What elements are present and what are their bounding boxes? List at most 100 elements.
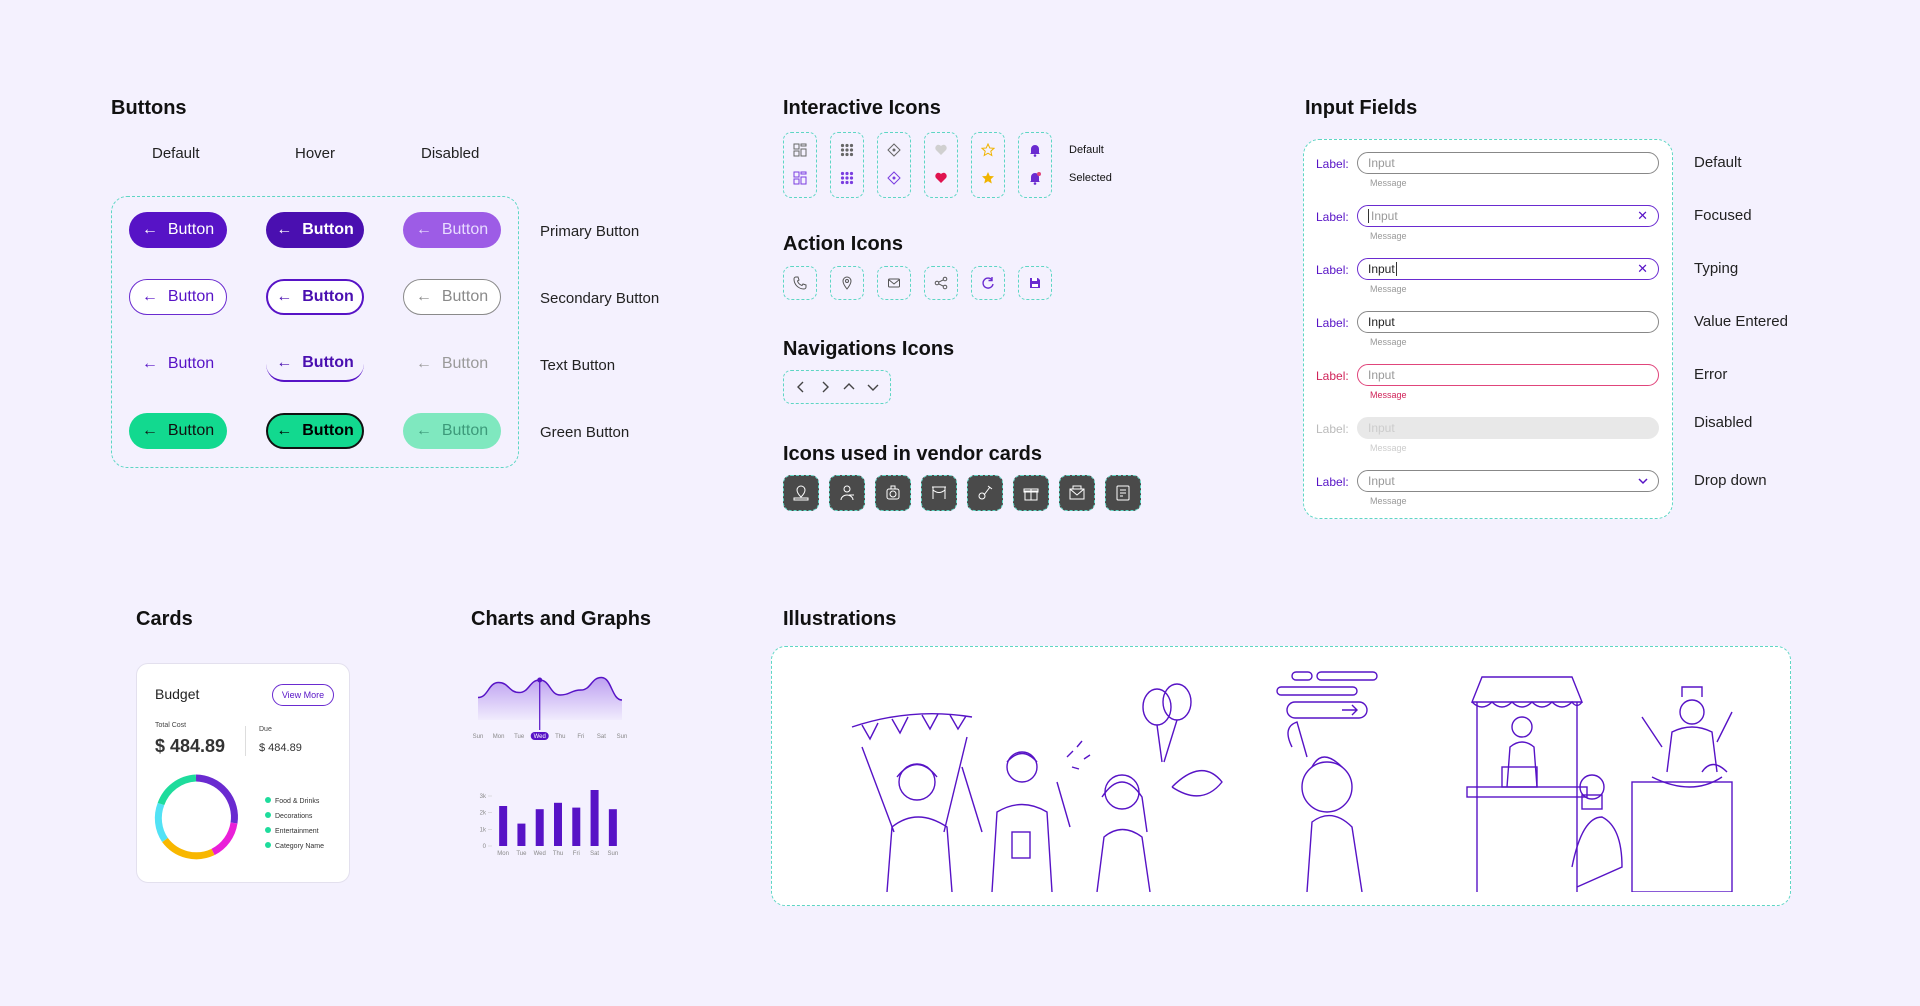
bar bbox=[554, 802, 562, 846]
field-label: Label: bbox=[1316, 263, 1349, 277]
clear-icon[interactable]: ✕ bbox=[1637, 208, 1648, 224]
bell-icon-box[interactable] bbox=[1018, 132, 1052, 198]
location-pin-icon-box[interactable] bbox=[830, 266, 864, 300]
chevron-left-icon[interactable] bbox=[795, 381, 807, 393]
budget-donut-chart bbox=[154, 774, 238, 860]
bar bbox=[572, 807, 581, 846]
star-icon-box[interactable] bbox=[971, 132, 1005, 198]
row-label-secondary: Secondary Button bbox=[540, 290, 660, 307]
state-error: Error bbox=[1694, 366, 1728, 383]
invitation-icon[interactable] bbox=[1059, 475, 1095, 511]
clear-icon[interactable]: ✕ bbox=[1637, 261, 1648, 277]
arrow-left-icon: ← bbox=[141, 355, 158, 372]
state-default-label: Default bbox=[1069, 144, 1104, 156]
chevron-right-icon[interactable] bbox=[819, 381, 831, 393]
highlight-point bbox=[537, 677, 543, 683]
music-icon[interactable] bbox=[967, 475, 1003, 511]
move-icon bbox=[887, 143, 901, 157]
y-tick-label: 3k bbox=[480, 794, 487, 800]
decorator-icon[interactable] bbox=[921, 475, 957, 511]
field-label-error: Label: bbox=[1316, 369, 1349, 383]
field-message-disabled: Message bbox=[1370, 443, 1407, 453]
state-disabled: Disabled bbox=[1694, 414, 1753, 431]
input-dropdown[interactable]: Input bbox=[1357, 470, 1659, 492]
field-message-error: Message bbox=[1370, 390, 1407, 400]
state-dropdown: Drop down bbox=[1694, 472, 1767, 489]
donut-segment-yellow bbox=[162, 837, 215, 860]
text-button-hover[interactable]: ← Button bbox=[266, 346, 364, 382]
cards-title: Cards bbox=[136, 608, 193, 630]
buttons-panel: ← Button ← Button ← Button ← Button ← Button … bbox=[111, 196, 519, 468]
gift-icon[interactable] bbox=[1013, 475, 1049, 511]
input-focused[interactable]: Input ✕ bbox=[1357, 205, 1659, 227]
save-icon-box[interactable] bbox=[1018, 266, 1052, 300]
share-icon-box[interactable] bbox=[924, 266, 958, 300]
primary-button-default[interactable]: ← Button bbox=[129, 212, 227, 248]
x-tick-label: Thu bbox=[555, 734, 565, 740]
move-icon-box[interactable] bbox=[877, 132, 911, 198]
green-button-hover[interactable]: ← Button bbox=[266, 413, 364, 449]
refresh-icon-box[interactable] bbox=[971, 266, 1005, 300]
x-tick-label: Tue bbox=[516, 851, 527, 857]
x-tick-label: Wed bbox=[534, 851, 546, 857]
field-label: Label: bbox=[1316, 157, 1349, 171]
arrow-left-icon: ← bbox=[141, 422, 158, 439]
chevron-down-icon[interactable] bbox=[867, 381, 879, 393]
arrow-left-icon: ← bbox=[141, 288, 158, 305]
secondary-button-hover[interactable]: ← Button bbox=[266, 279, 364, 315]
caterer-icon[interactable] bbox=[829, 475, 865, 511]
arrow-left-icon: ← bbox=[276, 354, 293, 371]
text-button-disabled[interactable]: ← Button bbox=[403, 346, 501, 382]
arrow-left-icon: ← bbox=[415, 221, 432, 238]
save-icon bbox=[1030, 278, 1040, 288]
primary-button-hover[interactable]: ← Button bbox=[266, 212, 364, 248]
chevron-up-icon[interactable] bbox=[843, 381, 855, 393]
view-more-button[interactable]: View More bbox=[272, 684, 334, 706]
secondary-button-default[interactable]: ← Button bbox=[129, 279, 227, 315]
vendor-icons-title: Icons used in vendor cards bbox=[783, 443, 1042, 465]
legend-dot bbox=[265, 827, 271, 833]
heart-icon-selected bbox=[935, 172, 947, 183]
buttons-title: Buttons bbox=[111, 97, 187, 119]
input-value-entered[interactable]: Input bbox=[1357, 311, 1659, 333]
phone-icon-box[interactable] bbox=[783, 266, 817, 300]
green-button-disabled[interactable]: ← Button bbox=[403, 413, 501, 449]
planner-icon[interactable] bbox=[1105, 475, 1141, 511]
grid-icon-selected bbox=[840, 171, 854, 185]
primary-button-disabled[interactable]: ← Button bbox=[403, 212, 501, 248]
total-cost-value: $ 484.89 bbox=[155, 736, 226, 756]
bar bbox=[517, 823, 526, 846]
col-hover-label: Hover bbox=[295, 145, 336, 162]
total-cost-label: Total Cost bbox=[155, 722, 187, 729]
charts-title: Charts and Graphs bbox=[471, 608, 652, 630]
donut-segment-magenta bbox=[211, 822, 238, 856]
state-focused: Focused bbox=[1694, 207, 1752, 224]
secondary-button-disabled[interactable]: ← Button bbox=[403, 279, 501, 315]
chevron-down-icon[interactable] bbox=[1638, 477, 1648, 485]
input-fields-title: Input Fields bbox=[1305, 97, 1418, 119]
grid-icon-box[interactable] bbox=[830, 132, 864, 198]
input-disabled[interactable]: Input bbox=[1357, 417, 1659, 439]
mail-icon-box[interactable] bbox=[877, 266, 911, 300]
field-label-disabled: Label: bbox=[1316, 422, 1349, 436]
input-default[interactable]: Input bbox=[1357, 152, 1659, 174]
photographer-icon[interactable] bbox=[875, 475, 911, 511]
green-button-default[interactable]: ← Button bbox=[129, 413, 227, 449]
x-tick-label: Sat bbox=[597, 734, 606, 740]
venue-icon[interactable] bbox=[783, 475, 819, 511]
budget-card: Budget View More Total Cost $ 484.89 Due… bbox=[136, 663, 350, 883]
input-error[interactable]: Input bbox=[1357, 364, 1659, 386]
heart-icon-box[interactable] bbox=[924, 132, 958, 198]
x-tick-label: Wed bbox=[534, 734, 546, 740]
card-divider bbox=[245, 726, 246, 756]
refresh-icon bbox=[982, 277, 994, 289]
donut-segment-green bbox=[157, 774, 197, 806]
layout-icon-box[interactable] bbox=[783, 132, 817, 198]
text-button-default[interactable]: ← Button bbox=[129, 346, 227, 382]
state-default: Default bbox=[1694, 154, 1742, 171]
x-tick-label: Sun bbox=[608, 851, 619, 857]
x-tick-label: Sat bbox=[590, 851, 599, 857]
input-typing[interactable]: Input ✕ bbox=[1357, 258, 1659, 280]
navigation-icons-panel bbox=[783, 370, 891, 404]
area-chart: Sun Mon Tue Wed Thu Fri Sat Sun bbox=[473, 676, 627, 740]
